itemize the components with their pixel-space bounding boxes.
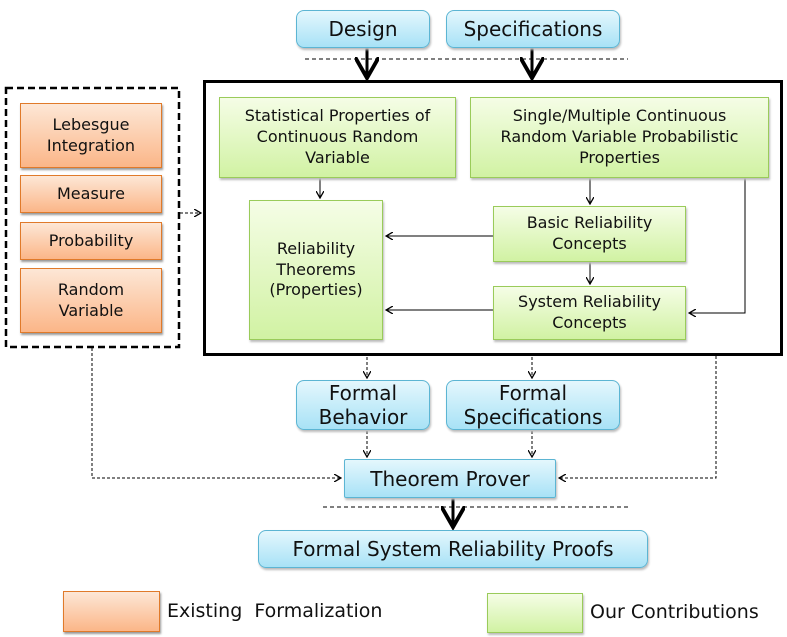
reliability-theorems-box: Reliability Theorems (Properties) xyxy=(249,200,383,340)
formal-specifications-box: Formal Specifications xyxy=(446,380,620,430)
formal-proofs-box: Formal System Reliability Proofs xyxy=(258,530,648,568)
design-box: Design xyxy=(296,10,430,48)
basic-reliability-box: Basic Reliability Concepts xyxy=(493,206,686,262)
single-multiple-rv-box: Single/Multiple Continuous Random Variab… xyxy=(470,97,769,178)
random-variable-box: Random Variable xyxy=(20,268,162,333)
specifications-box: Specifications xyxy=(446,10,620,48)
legend-existing-swatch xyxy=(63,591,160,632)
theorem-prover-box: Theorem Prover xyxy=(344,459,556,498)
formal-behavior-box: Formal Behavior xyxy=(296,380,430,430)
legend-ours-swatch xyxy=(487,593,583,633)
probability-box: Probability xyxy=(20,222,162,260)
legend-existing-label: Existing Formalization xyxy=(167,600,383,622)
statistical-properties-box: Statistical Properties of Continuous Ran… xyxy=(219,97,456,178)
measure-box: Measure xyxy=(20,175,162,213)
system-reliability-box: System Reliability Concepts xyxy=(493,286,686,340)
lebesgue-integration-box: Lebesgue Integration xyxy=(20,103,162,168)
legend-ours-label: Our Contributions xyxy=(590,601,759,623)
